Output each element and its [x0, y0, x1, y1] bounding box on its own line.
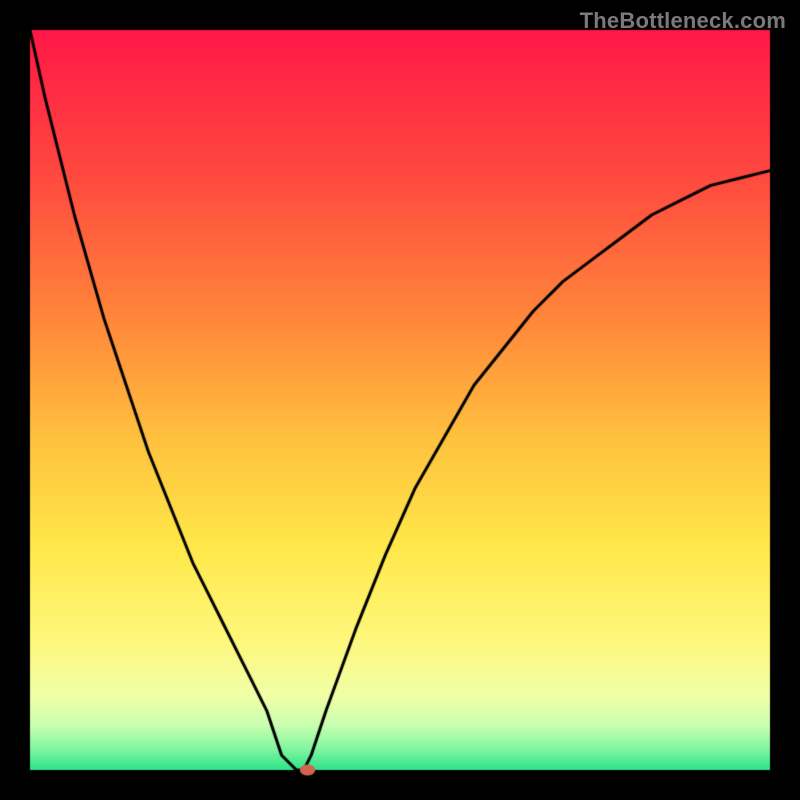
chart-canvas: [0, 0, 800, 800]
chart-frame: TheBottleneck.com: [0, 0, 800, 800]
